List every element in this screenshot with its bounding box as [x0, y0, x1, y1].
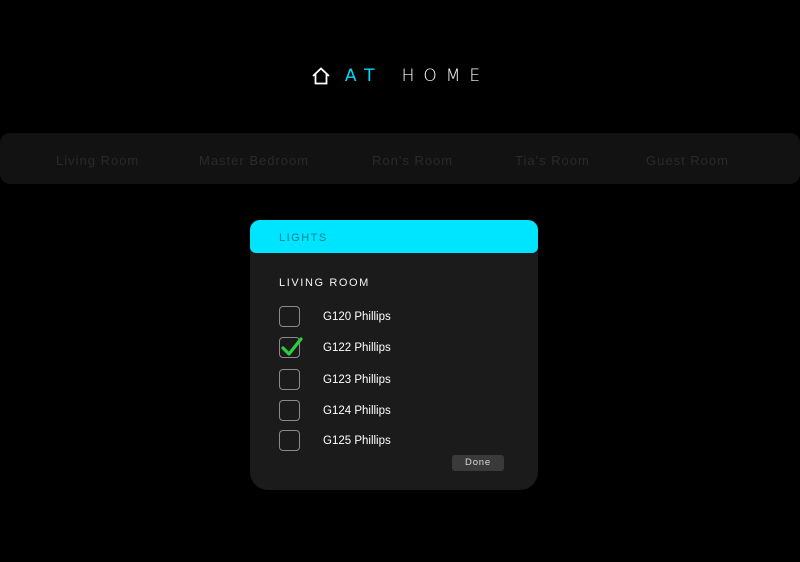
light-row-g122[interactable]: G122 Phillips	[279, 337, 509, 358]
room-tab-living-room[interactable]: Living Room	[56, 133, 139, 184]
done-button[interactable]: Done	[452, 455, 504, 471]
room-tab-master-bedroom[interactable]: Master Bedroom	[199, 133, 309, 184]
light-row-g123[interactable]: G123 Phillips	[279, 369, 509, 390]
room-tab-tias-room[interactable]: Tia's Room	[515, 133, 590, 184]
light-checkbox[interactable]	[279, 369, 300, 390]
light-row-g124[interactable]: G124 Phillips	[279, 400, 509, 421]
light-name: G120 Phillips	[323, 310, 391, 323]
room-nav-bar: Living Room Master Bedroom Ron's Room Ti…	[0, 133, 800, 184]
panel-room-title: LIVING ROOM	[279, 277, 370, 289]
light-name: G123 Phillips	[323, 373, 391, 386]
home-icon	[312, 67, 330, 85]
light-name: G125 Phillips	[323, 434, 391, 447]
app-page: AT HOME Living Room Master Bedroom Ron's…	[0, 0, 800, 562]
light-row-g125[interactable]: G125 Phillips	[279, 430, 509, 451]
light-name: G124 Phillips	[323, 404, 391, 417]
lights-panel: LIGHTS LIVING ROOM G120 Phillips G122 Ph…	[250, 220, 538, 490]
light-checkbox[interactable]	[279, 430, 300, 451]
logo-word-home: HOME	[401, 66, 490, 86]
logo-word-at: AT	[344, 66, 384, 86]
room-tab-guest-room[interactable]: Guest Room	[646, 133, 729, 184]
room-tab-rons-room[interactable]: Ron's Room	[372, 133, 453, 184]
light-checkbox[interactable]	[279, 337, 303, 358]
light-name: G122 Phillips	[323, 341, 391, 354]
lights-panel-header: LIGHTS	[250, 220, 538, 253]
light-checkbox[interactable]	[279, 306, 300, 327]
app-logo: AT HOME	[0, 66, 800, 86]
light-checkbox[interactable]	[279, 400, 300, 421]
checkmark-icon	[281, 337, 303, 356]
light-row-g120[interactable]: G120 Phillips	[279, 306, 509, 327]
